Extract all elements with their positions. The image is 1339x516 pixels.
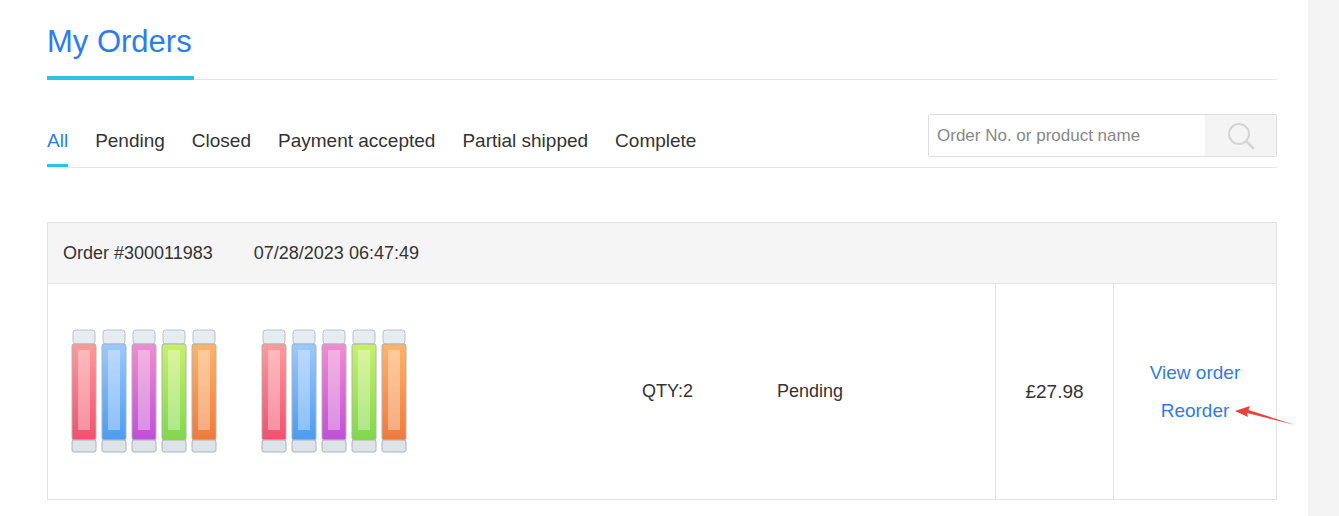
order-date: 07/28/2023 06:47:49 (254, 243, 419, 264)
status-tab[interactable]: Partial shipped (462, 114, 588, 167)
product-image[interactable] (259, 328, 409, 456)
order-total: £27.98 (995, 284, 1114, 499)
order-products: QTY:2 Pending (48, 284, 995, 499)
page-title: My Orders (47, 22, 194, 80)
order-header: Order #300011983 07/28/2023 06:47:49 (48, 223, 1276, 284)
order-card: Order #300011983 07/28/2023 06:47:49 QTY… (47, 222, 1277, 500)
order-action-link[interactable]: Reorder (1161, 392, 1230, 430)
product-image[interactable] (69, 328, 219, 456)
order-actions: View order Reorder (1114, 284, 1276, 499)
status-tab[interactable]: Closed (192, 114, 251, 167)
order-action-link[interactable]: View order (1150, 354, 1240, 392)
product-images (48, 328, 642, 456)
orders-page: My Orders All Pending Closed Payment accept… (0, 0, 1308, 516)
search-button[interactable] (1205, 115, 1276, 156)
status-tab[interactable]: Pending (95, 114, 165, 167)
status-tab[interactable]: All (47, 114, 68, 167)
status-tab[interactable]: Payment accepted (278, 114, 435, 167)
order-status: Pending (777, 381, 843, 402)
order-number: Order #300011983 (63, 243, 213, 264)
status-tab[interactable]: Complete (615, 114, 696, 167)
search-input[interactable] (929, 115, 1205, 156)
status-tabs: All Pending Closed Payment accepted Partial … (47, 114, 696, 167)
order-qty: QTY:2 (642, 381, 777, 402)
red-arrow-icon (1233, 392, 1299, 432)
title-bar: My Orders (47, 0, 1277, 80)
search-box (928, 114, 1277, 157)
order-body: QTY:2 Pending £27.98 View order Reorder (48, 284, 1276, 499)
magnifier-icon (1226, 121, 1256, 151)
toolbar: All Pending Closed Payment accepted Partial … (47, 114, 1277, 168)
